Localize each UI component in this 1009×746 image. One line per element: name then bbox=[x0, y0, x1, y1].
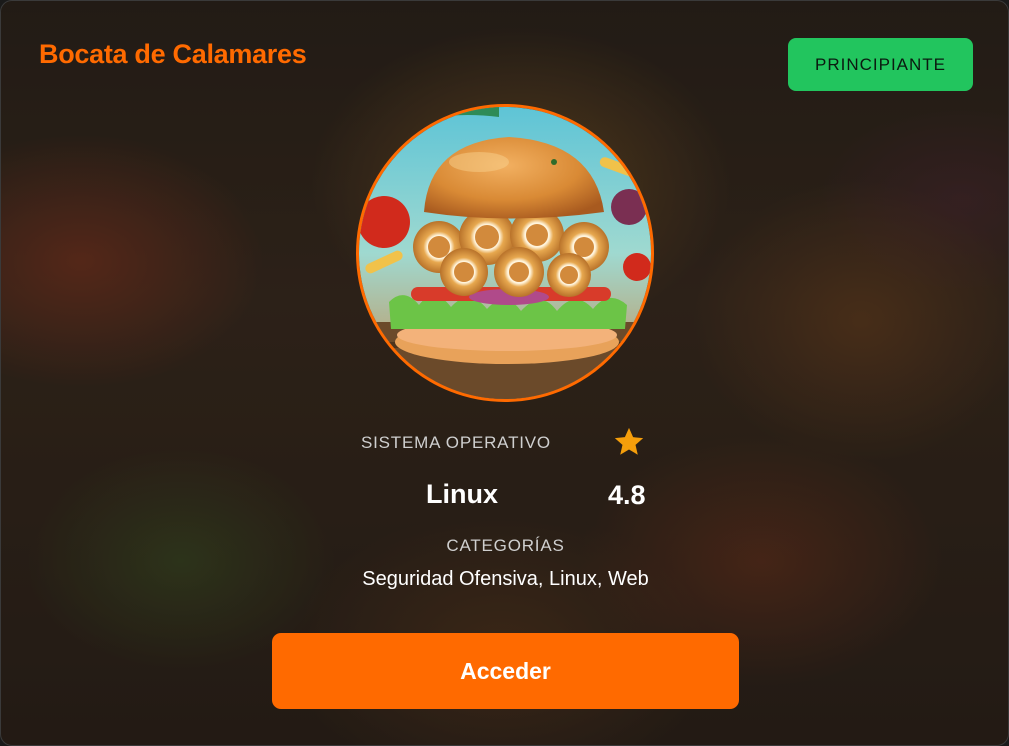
difficulty-badge[interactable]: PRINCIPIANTE bbox=[788, 38, 973, 91]
calamari-sandwich-image bbox=[356, 104, 654, 402]
machine-card: Bocata de Calamares PRINCIPIANTE SISTEMA… bbox=[0, 0, 1009, 746]
os-label: SISTEMA OPERATIVO bbox=[361, 433, 551, 452]
rating-value: 4.8 bbox=[608, 480, 646, 510]
card-title: Bocata de Calamares bbox=[39, 39, 307, 69]
star-icon bbox=[614, 427, 644, 455]
categories-label: CATEGORÍAS bbox=[446, 536, 565, 555]
os-value: Linux bbox=[426, 479, 498, 509]
sandwich-illustration bbox=[359, 107, 651, 399]
categories-value: Seguridad Ofensiva, Linux, Web bbox=[362, 568, 649, 590]
access-button[interactable]: Acceder bbox=[272, 633, 739, 709]
